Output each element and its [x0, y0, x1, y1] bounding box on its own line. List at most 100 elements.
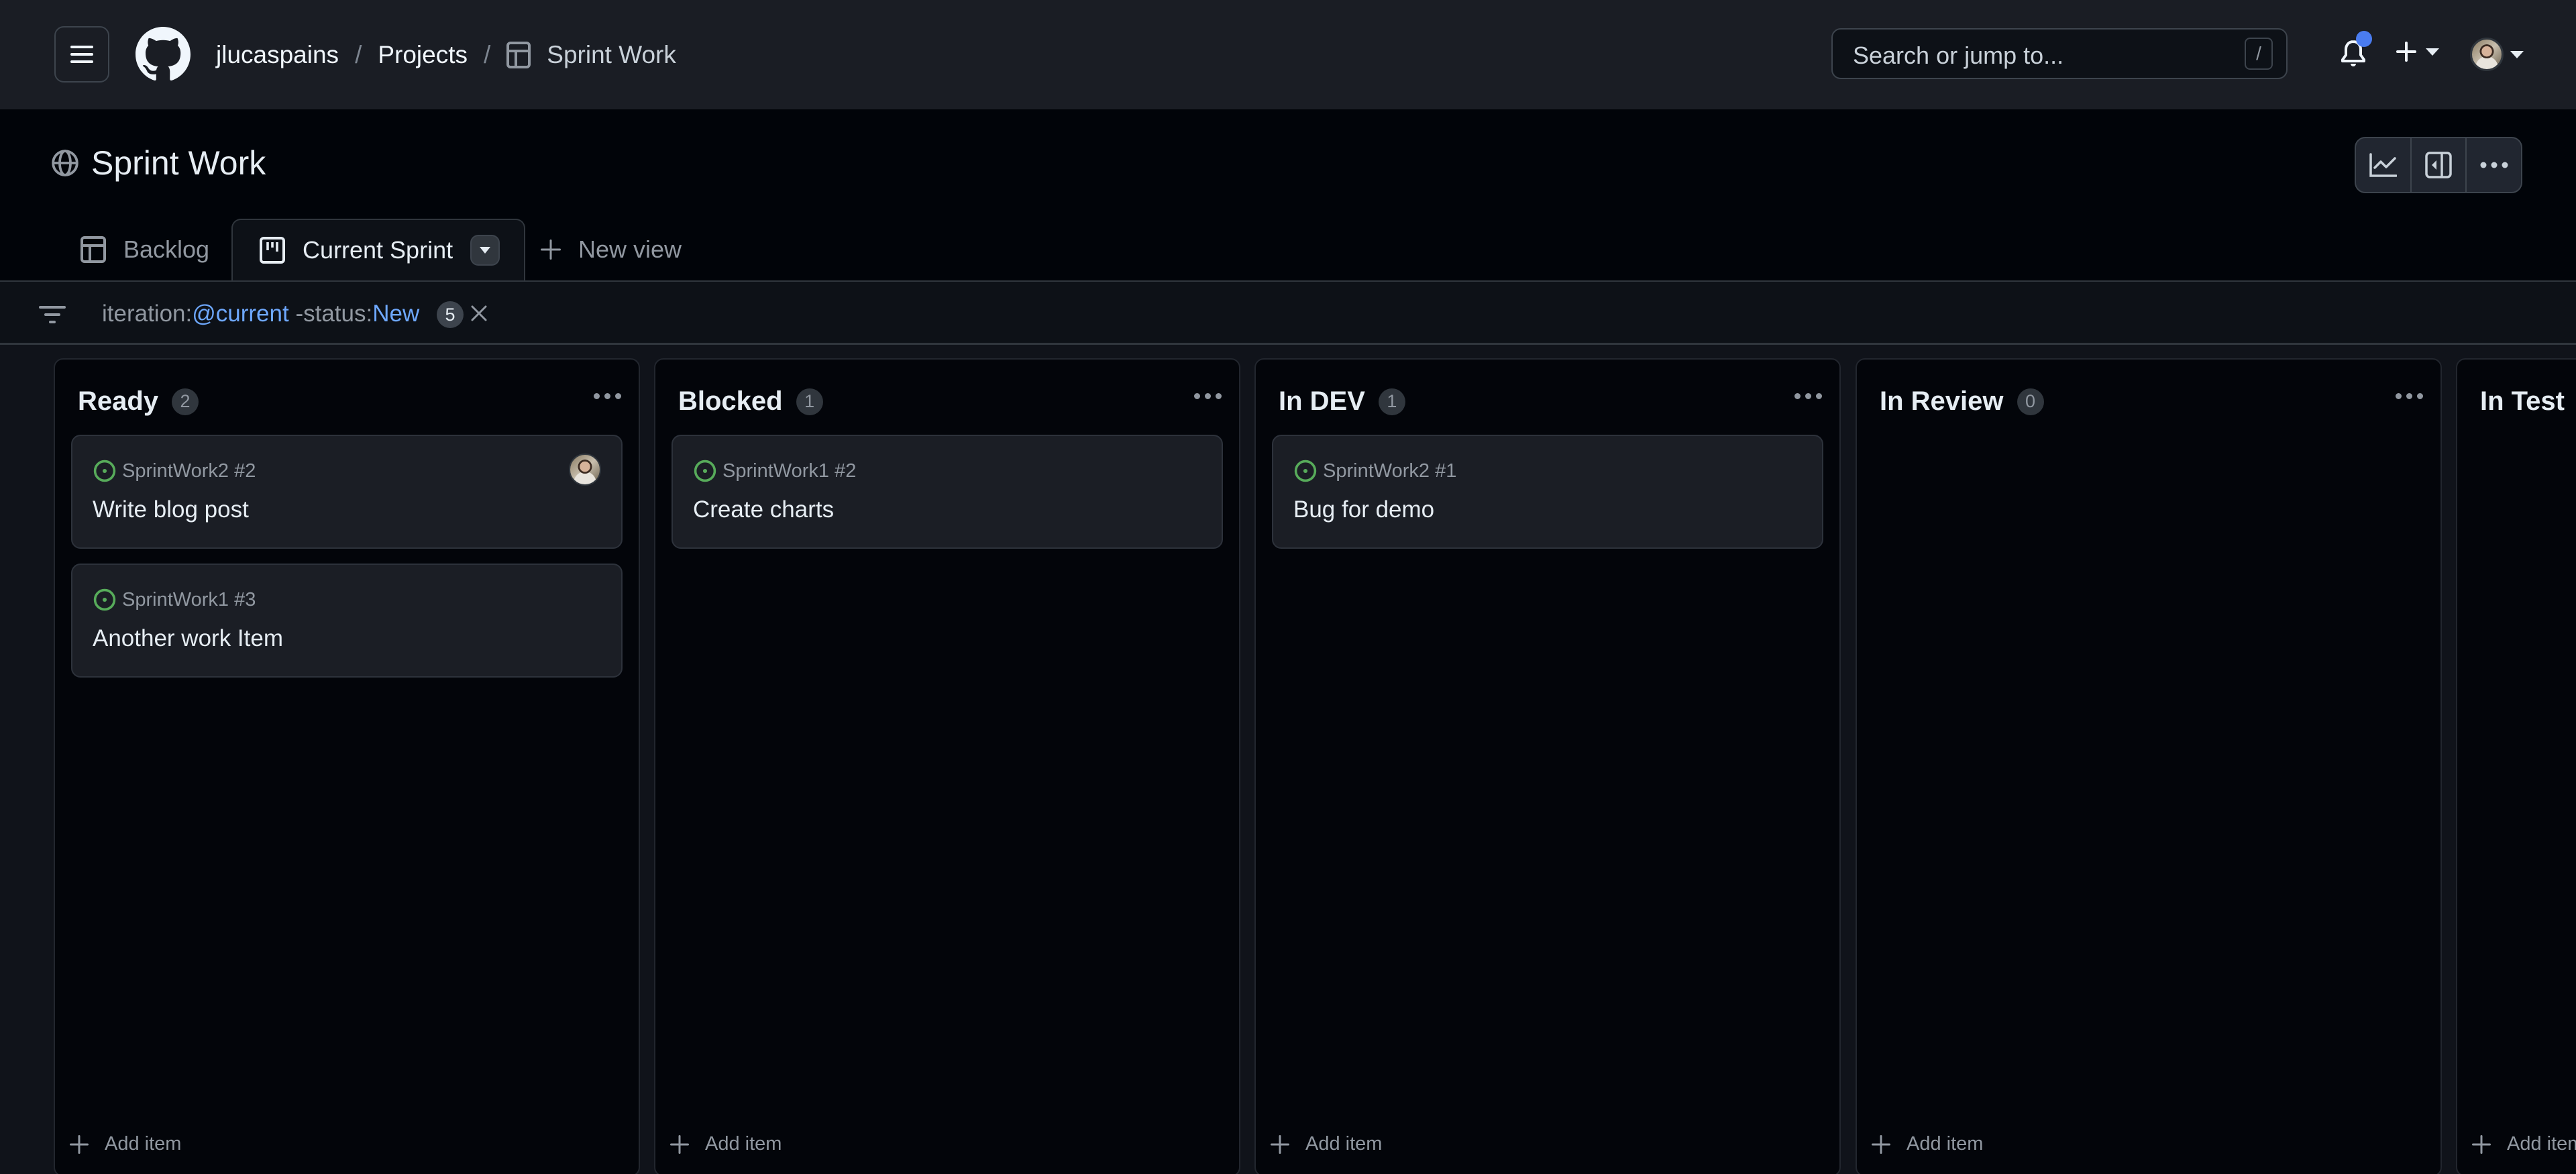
issue-card[interactable]: SprintWork2 #1 Bug for demo — [1272, 435, 1823, 549]
column-menu-button[interactable] — [594, 393, 621, 399]
plus-icon — [670, 1134, 689, 1154]
board-icon — [260, 237, 285, 264]
chevron-down-icon — [2510, 50, 2524, 58]
side-panel-icon — [2425, 152, 2452, 178]
new-view-button[interactable]: New view — [541, 219, 682, 280]
column-menu-button[interactable] — [2396, 393, 2423, 399]
column-item-count: 1 — [796, 388, 823, 415]
create-new-button[interactable] — [2396, 42, 2439, 62]
add-item-button[interactable]: Add item — [2472, 1133, 2576, 1155]
plus-icon — [1271, 1134, 1289, 1154]
add-item-button[interactable]: Add item — [670, 1133, 782, 1155]
plus-icon — [70, 1134, 89, 1154]
issue-open-icon — [93, 588, 116, 611]
column-header: In Review 0 — [1880, 386, 2044, 417]
chevron-down-icon — [2426, 48, 2439, 56]
add-item-button[interactable]: Add item — [1271, 1133, 1382, 1155]
column-item-count: 2 — [172, 388, 199, 415]
issue-number[interactable]: SprintWork1 #3 — [122, 589, 256, 611]
user-menu-button[interactable] — [2470, 38, 2524, 71]
board-column-in-test: In Test Add item — [2456, 358, 2576, 1174]
add-item-button[interactable]: Add item — [70, 1133, 181, 1155]
column-menu-button[interactable] — [1194, 393, 1222, 399]
issue-title[interactable]: Bug for demo — [1293, 496, 1434, 523]
issue-number[interactable]: SprintWork1 #2 — [722, 460, 856, 482]
column-item-count: 0 — [2017, 388, 2044, 415]
hamburger-icon — [70, 46, 93, 63]
filter-key: iteration: — [102, 301, 193, 327]
search-input[interactable]: Search or jump to... — [1831, 28, 2288, 79]
column-item-count: 1 — [1378, 388, 1405, 415]
more-options-icon — [2480, 162, 2508, 168]
issue-card[interactable]: SprintWork1 #2 Create charts — [672, 435, 1223, 549]
search-placeholder: Search or jump to... — [1853, 42, 2064, 69]
breadcrumb-project[interactable]: Sprint Work — [547, 41, 676, 69]
insights-chart-icon — [2369, 153, 2398, 177]
issue-reference: SprintWork2 #2 — [93, 459, 256, 483]
toggle-side-panel-button[interactable] — [2410, 138, 2466, 192]
issue-title[interactable]: Create charts — [693, 496, 834, 523]
plus-icon — [541, 239, 561, 260]
column-title: In Test — [2480, 386, 2565, 416]
column-title: Ready — [78, 386, 159, 416]
clear-filter-button[interactable] — [470, 304, 488, 323]
breadcrumb-projects[interactable]: Projects — [378, 41, 468, 69]
column-header: Blocked 1 — [678, 386, 823, 417]
project-title: Sprint Work — [91, 144, 266, 182]
avatar — [2470, 38, 2504, 71]
issue-title[interactable]: Another work Item — [93, 625, 283, 652]
chevron-down-icon — [480, 247, 491, 254]
more-options-icon — [1794, 393, 1801, 399]
more-options-icon — [594, 393, 600, 399]
breadcrumb: jlucaspains / Projects / Sprint Work — [216, 35, 676, 75]
board-column-blocked: Blocked 1 SprintWork1 #2 Create charts A… — [654, 358, 1240, 1174]
tab-backlog[interactable]: Backlog — [80, 219, 209, 280]
add-item-label: Add item — [2507, 1133, 2576, 1155]
issue-title[interactable]: Write blog post — [93, 496, 249, 523]
more-options-icon — [2396, 393, 2402, 399]
plus-icon — [2472, 1134, 2491, 1154]
more-options-button[interactable] — [2465, 138, 2521, 192]
more-options-icon — [1194, 393, 1200, 399]
plus-icon — [1872, 1134, 1890, 1154]
column-cards: SprintWork1 #2 Create charts — [672, 435, 1223, 564]
column-menu-button[interactable] — [1794, 393, 1822, 399]
tab-current-sprint[interactable]: Current Sprint — [231, 219, 526, 280]
globe-icon — [52, 150, 78, 176]
issue-card[interactable]: SprintWork1 #3 Another work Item — [71, 564, 623, 678]
view-options-button[interactable] — [470, 235, 500, 266]
insights-button[interactable] — [2356, 138, 2410, 192]
add-item-label: Add item — [1305, 1133, 1383, 1155]
filter-icon[interactable] — [39, 306, 66, 323]
board: Ready 2 SprintWork2 #2 Write blog post S… — [0, 345, 2576, 1174]
github-logo-icon[interactable] — [136, 27, 191, 82]
breadcrumb-owner[interactable]: jlucaspains — [216, 41, 339, 69]
global-header: jlucaspains / Projects / Sprint Work Sea… — [0, 0, 2576, 109]
column-header: Ready 2 — [78, 386, 199, 417]
filter-query-input[interactable]: iteration:@current -status:New — [102, 301, 419, 327]
issue-number[interactable]: SprintWork2 #1 — [1323, 460, 1456, 482]
tab-label: Current Sprint — [303, 236, 453, 264]
column-header: In Test — [2480, 386, 2565, 417]
add-item-label: Add item — [1907, 1133, 1984, 1155]
issue-number[interactable]: SprintWork2 #2 — [122, 460, 256, 482]
column-title: Blocked — [678, 386, 783, 416]
breadcrumb-separator: / — [355, 41, 362, 68]
notification-indicator — [2356, 31, 2372, 47]
add-item-label: Add item — [705, 1133, 782, 1155]
issue-card[interactable]: SprintWork2 #2 Write blog post — [71, 435, 623, 549]
add-item-button[interactable]: Add item — [1872, 1133, 1983, 1155]
issue-reference: SprintWork1 #2 — [693, 459, 856, 483]
column-cards: SprintWork2 #2 Write blog post SprintWor… — [71, 435, 623, 692]
project-toolbar — [2355, 137, 2522, 193]
filter-value: @current — [192, 301, 289, 327]
assignee-avatar[interactable] — [569, 453, 601, 486]
menu-button[interactable] — [54, 26, 109, 83]
issue-open-icon — [694, 460, 716, 482]
column-header: In DEV 1 — [1279, 386, 1405, 417]
close-icon — [471, 305, 487, 321]
tab-label: New view — [578, 235, 682, 263]
table-icon — [506, 42, 531, 68]
breadcrumb-separator: / — [484, 41, 491, 68]
search-shortcut-key: / — [2245, 38, 2273, 70]
